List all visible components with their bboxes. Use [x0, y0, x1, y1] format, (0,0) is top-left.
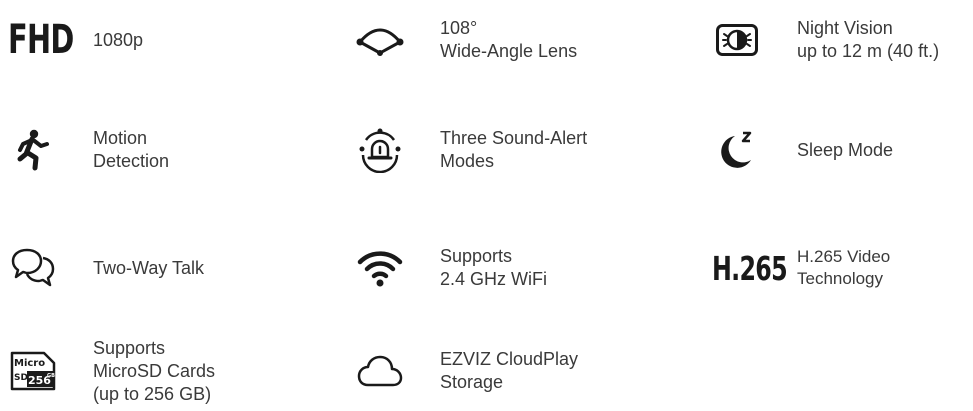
- microsd-card-icon: Micro SD 256 GB: [8, 346, 58, 396]
- chat-bubbles-icon: [8, 243, 58, 293]
- feature-wide-angle: 108° Wide-Angle Lens: [355, 0, 577, 80]
- night-vision-icon: [712, 15, 762, 65]
- feature-label-microsd: Supports MicroSD Cards (up to 256 GB): [93, 337, 216, 404]
- feature-grid: FHD 1080p 108° Wide-Angle Lens Night Vis…: [0, 0, 973, 411]
- feature-h265: H.265 H.265 Video Technology: [712, 228, 890, 308]
- feature-label-two-way-talk: Two-Way Talk: [93, 257, 205, 278]
- cloud-icon: [355, 346, 405, 396]
- feature-sound-alert: Three Sound-Alert Modes: [355, 110, 587, 190]
- feature-motion-detection: Motion Detection: [8, 110, 169, 190]
- microsd-micro-text: Micro: [14, 358, 45, 369]
- moon-sleep-icon: [712, 125, 762, 175]
- feature-label-sound-alert: Three Sound-Alert Modes: [440, 128, 588, 171]
- h265-icon-text: H.265: [712, 248, 788, 288]
- feature-label-motion-detection: Motion Detection: [93, 128, 170, 171]
- feature-microsd: Micro SD 256 GB Supports MicroSD Cards (…: [8, 331, 215, 411]
- wifi-icon: [355, 243, 405, 293]
- feature-wifi: Supports 2.4 GHz WiFi: [355, 228, 547, 308]
- feature-label-wide-angle: 108° Wide-Angle Lens: [440, 18, 578, 61]
- microsd-unit-text: GB: [47, 373, 55, 379]
- fhd-icon-text: FHD: [8, 17, 74, 63]
- microsd-sd-text: SD: [14, 373, 28, 383]
- feature-night-vision: Night Vision up to 12 m (40 ft.): [712, 0, 939, 80]
- feature-label-fhd: 1080p: [93, 29, 144, 50]
- feature-label-wifi: Supports 2.4 GHz WiFi: [440, 246, 548, 289]
- wide-angle-lens-icon: [355, 15, 405, 65]
- fhd-text-icon: FHD: [8, 15, 74, 65]
- alarm-siren-icon: [355, 125, 405, 175]
- h265-text-icon: H.265: [712, 243, 792, 293]
- feature-two-way-talk: Two-Way Talk: [8, 228, 204, 308]
- running-person-icon: [8, 125, 58, 175]
- feature-label-sleep-mode: Sleep Mode: [797, 139, 894, 160]
- feature-fhd: FHD 1080p: [8, 0, 143, 80]
- feature-cloud-storage: EZVIZ CloudPlay Storage: [355, 331, 578, 411]
- feature-sleep-mode: Sleep Mode: [712, 110, 893, 190]
- feature-label-night-vision: Night Vision up to 12 m (40 ft.): [797, 18, 940, 61]
- feature-label-h265: H.265 Video Technology: [797, 247, 891, 288]
- feature-label-cloud-storage: EZVIZ CloudPlay Storage: [440, 349, 579, 392]
